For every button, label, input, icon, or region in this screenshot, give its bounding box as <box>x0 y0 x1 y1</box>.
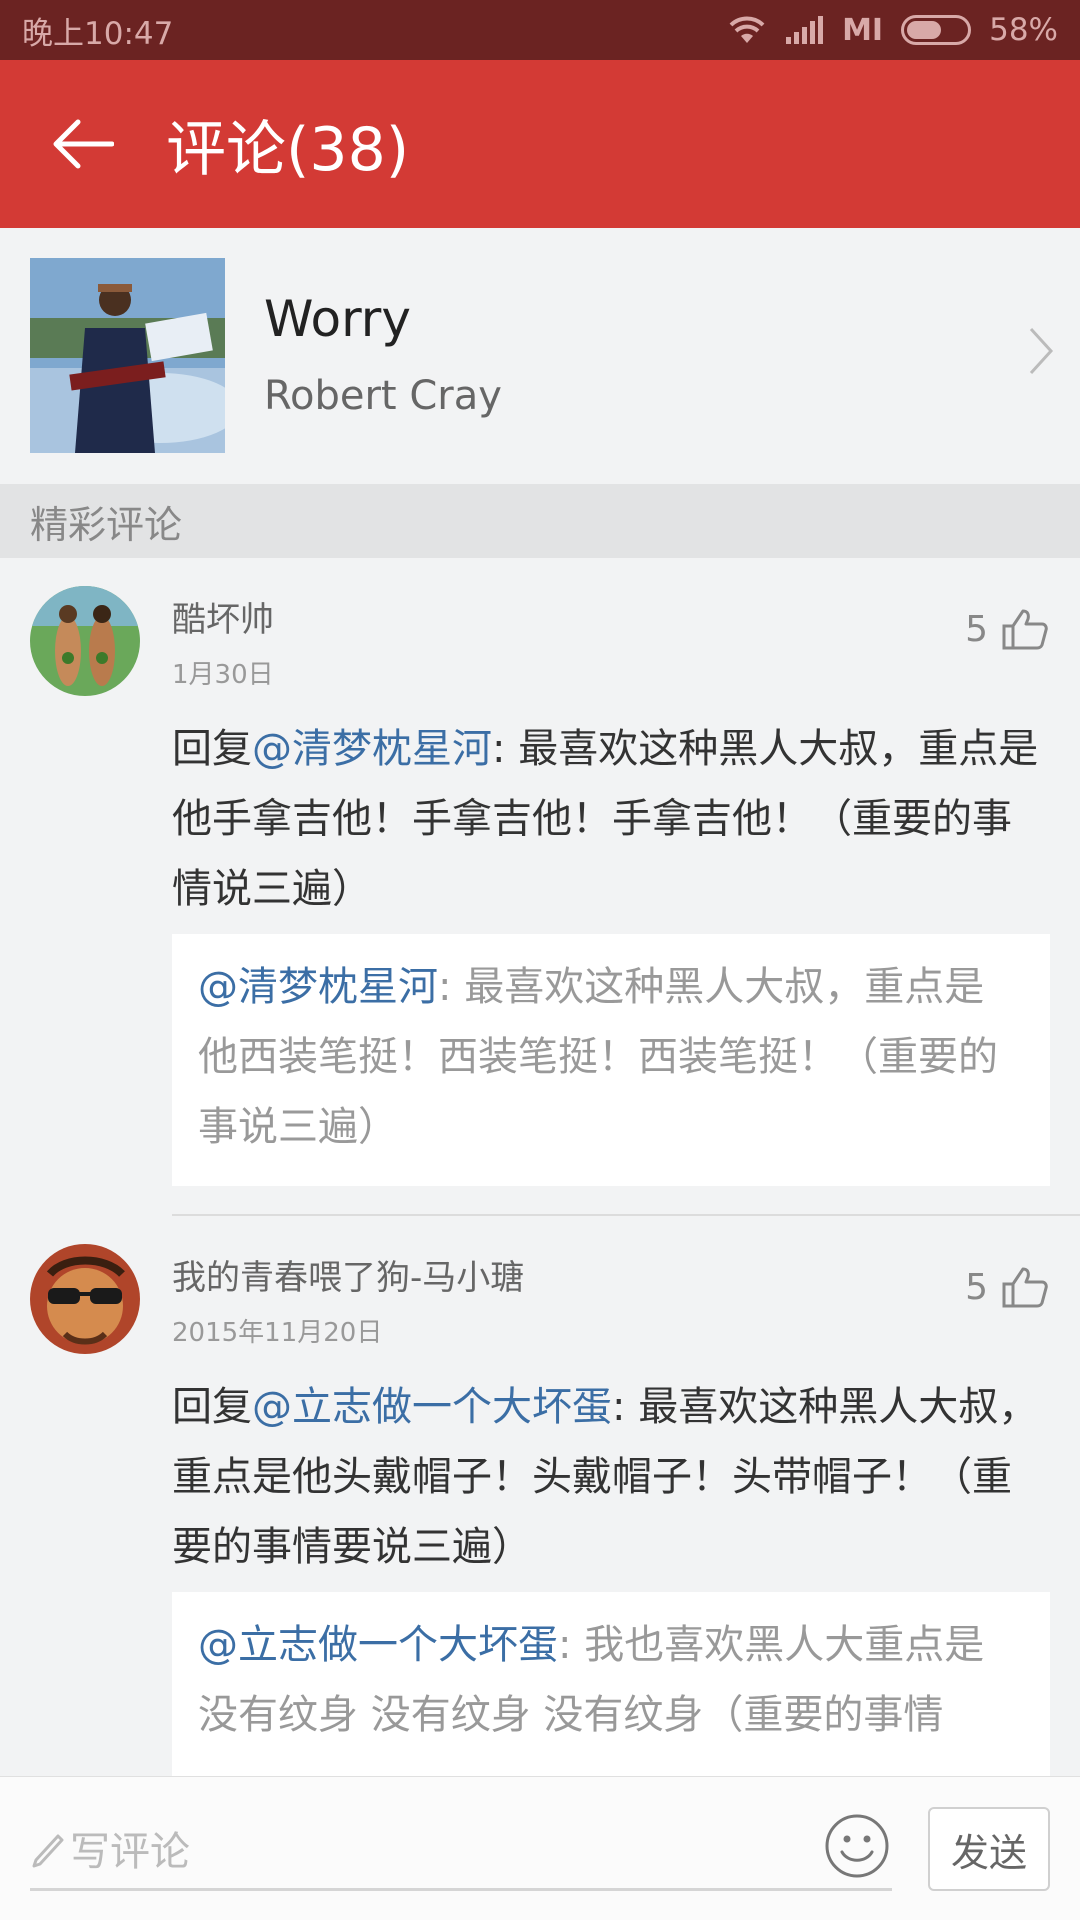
carrier-logo: MI <box>842 12 884 48</box>
mention-link[interactable]: @清梦枕星河 <box>198 964 438 1010</box>
comment-input-bar: 写评论 发送 <box>0 1776 1080 1920</box>
status-time: 晚上10:47 <box>22 15 174 52</box>
title-bar: 评论(38) <box>0 60 1080 228</box>
mention-link[interactable]: @立志做一个大坏蛋 <box>198 1622 558 1668</box>
mention-link[interactable]: @清梦枕星河 <box>252 726 492 772</box>
avatar[interactable] <box>30 1244 140 1354</box>
battery-percent: 58% <box>989 12 1058 48</box>
thumbs-up-icon <box>1002 1267 1048 1308</box>
smiley-icon <box>825 1814 889 1878</box>
comment-input[interactable]: 写评论 <box>30 1807 892 1891</box>
back-button[interactable] <box>0 60 166 228</box>
comment-username[interactable]: 我的青春喂了狗-马小瑭 <box>172 1250 524 1299</box>
pencil-icon <box>32 1834 64 1867</box>
like-button[interactable]: 5 <box>965 608 1048 650</box>
quoted-comment: @立志做一个大坏蛋: 我也喜欢黑人大重点是没有纹身 没有纹身 没有纹身（重要的事… <box>172 1592 1050 1776</box>
send-button[interactable]: 发送 <box>928 1807 1050 1891</box>
comment-text: 回复@立志做一个大坏蛋: 最喜欢这种黑人大叔，重点是他头戴帽子！头戴帽子！头带帽… <box>172 1384 1039 1570</box>
song-title: Worry <box>264 290 411 348</box>
signal-icon <box>784 15 824 45</box>
page-title: 评论(38) <box>166 114 410 185</box>
comment-date: 2015年11月20日 <box>172 1318 383 1348</box>
input-placeholder: 写评论 <box>70 1828 190 1875</box>
like-count: 5 <box>965 608 988 650</box>
wifi-icon <box>728 15 766 45</box>
like-count: 5 <box>965 1266 988 1308</box>
album-cover <box>30 258 225 453</box>
thumbs-up-icon <box>1002 609 1048 650</box>
comment-date: 1月30日 <box>172 660 274 690</box>
like-button[interactable]: 5 <box>965 1266 1048 1308</box>
chevron-right-icon <box>1028 326 1054 380</box>
quoted-comment: @清梦枕星河: 最喜欢这种黑人大叔，重点是他西装笔挺！西装笔挺！西装笔挺！（重要… <box>172 934 1050 1186</box>
comment-text: 回复@清梦枕星河: 最喜欢这种黑人大叔，重点是他手拿吉他！手拿吉他！手拿吉他！（… <box>172 726 1039 912</box>
divider <box>172 1214 1080 1216</box>
song-artist: Robert Cray <box>264 373 502 419</box>
song-card[interactable]: Worry Robert Cray <box>0 228 1080 484</box>
avatar[interactable] <box>30 586 140 696</box>
mention-link[interactable]: @立志做一个大坏蛋 <box>252 1384 612 1430</box>
back-arrow-icon <box>53 119 114 169</box>
battery-icon <box>901 15 972 45</box>
status-bar: 晚上10:47 MI 58% <box>0 0 1080 60</box>
section-header: 精彩评论 <box>0 484 1080 558</box>
emoji-button[interactable] <box>824 1813 890 1883</box>
section-title: 精彩评论 <box>30 502 183 547</box>
comment-username[interactable]: 酷坏帅 <box>172 592 274 641</box>
